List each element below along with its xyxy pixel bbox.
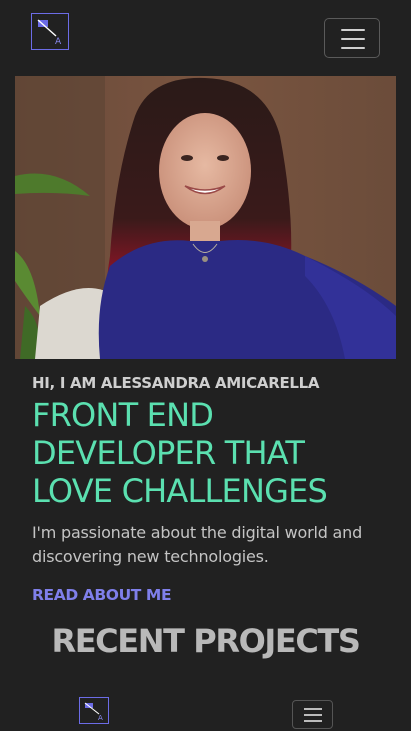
hero-photo [15, 76, 396, 359]
logo-link[interactable]: A [31, 13, 69, 50]
logo-icon: A [37, 19, 62, 47]
headline-line: DEVELOPER THAT [32, 434, 305, 472]
hamburger-bar [304, 714, 322, 716]
hero-intro: I'm passionate about the digital world a… [32, 523, 363, 566]
hamburger-bar [341, 47, 365, 49]
logo-icon: A [84, 702, 103, 722]
hero-greeting: HI, I AM ALESSANDRA AMICARELLA [32, 374, 320, 392]
logo-letter: A [98, 714, 103, 722]
logo-letter: A [55, 37, 62, 47]
headline-line: FRONT END [32, 396, 214, 434]
headline-line: LOVE CHALLENGES [32, 472, 328, 510]
hero-headline: FRONT END DEVELOPER THAT LOVE CHALLENGES [32, 396, 392, 510]
hamburger-menu-icon [341, 29, 365, 31]
sticky-logo-link[interactable]: A [79, 697, 109, 724]
menu-toggle-button[interactable] [324, 18, 380, 58]
recent-projects-title: RECENT PROJECTS [51, 622, 360, 660]
sticky-menu-toggle-button[interactable] [292, 700, 333, 729]
hamburger-menu-icon [304, 708, 322, 710]
hamburger-bar [341, 38, 365, 40]
sticky-navbar: A [0, 690, 411, 731]
hamburger-bar [304, 720, 322, 722]
read-about-me-link[interactable]: READ ABOUT ME [32, 586, 172, 604]
navbar: A [0, 0, 411, 76]
